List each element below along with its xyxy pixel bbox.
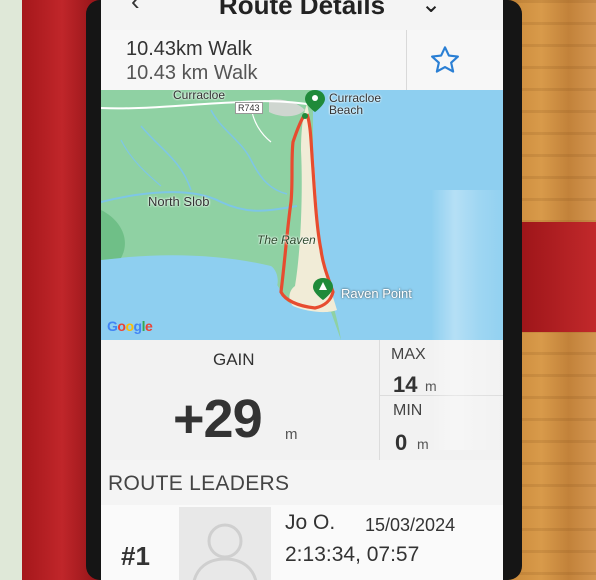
leader-name: Jo O. (285, 511, 336, 534)
max-unit: m (425, 378, 437, 394)
user-avatar-icon[interactable] (179, 507, 271, 580)
map-label-road: R743 (235, 102, 263, 114)
chevron-down-icon[interactable]: ⌄ (421, 0, 441, 19)
leader-date: 15/03/2024 (365, 515, 456, 535)
min-label: MIN (393, 402, 423, 419)
leader-rank: #1 (121, 541, 150, 571)
gain-unit: m (285, 426, 298, 443)
route-map[interactable]: Curracloe R743 Curracloe Beach North Slo… (101, 88, 503, 340)
leader-time: 2:13:34, 07:57 (285, 543, 420, 566)
background-red-case-right (520, 222, 596, 332)
map-label-curracloe-beach: Curracloe Beach (329, 91, 382, 117)
route-leaders-title: ROUTE LEADERS (108, 472, 290, 495)
page-title: Route Details (218, 0, 386, 20)
google-logo: Google (107, 318, 153, 334)
leader-row[interactable]: #1 Jo O. 15/03/2024 2:13:34, 07:57 (101, 505, 503, 580)
map-label-curracloe: Curracloe (173, 88, 226, 102)
route-name-bar: 10.43km Walk 10.43 km Walk (101, 30, 503, 90)
min-value: 0 (395, 430, 408, 455)
route-leaders-header: ROUTE LEADERS (101, 460, 503, 505)
min-unit: m (417, 436, 429, 452)
phone-screen: ‹ Route Details ⌄ 10.43km Walk 10.43 km … (101, 0, 503, 580)
map-label-raven-point: Raven Point (341, 286, 412, 301)
divider (379, 340, 380, 460)
elevation-stats: GAIN +29 m MAX 14 m MIN 0 m (101, 340, 503, 460)
max-value: 14 (393, 372, 418, 397)
map-label-north-slob: North Slob (148, 194, 210, 209)
gain-value: +29 (173, 389, 263, 449)
app-header: ‹ Route Details ⌄ (101, 0, 503, 28)
map-label-the-raven: The Raven (257, 233, 316, 247)
max-label: MAX (391, 346, 426, 363)
route-name-primary[interactable]: 10.43km Walk (126, 38, 252, 61)
divider (406, 30, 407, 90)
gain-label: GAIN (213, 350, 255, 369)
star-outline-icon[interactable] (429, 44, 461, 81)
route-name-secondary: 10.43 km Walk (126, 62, 258, 84)
